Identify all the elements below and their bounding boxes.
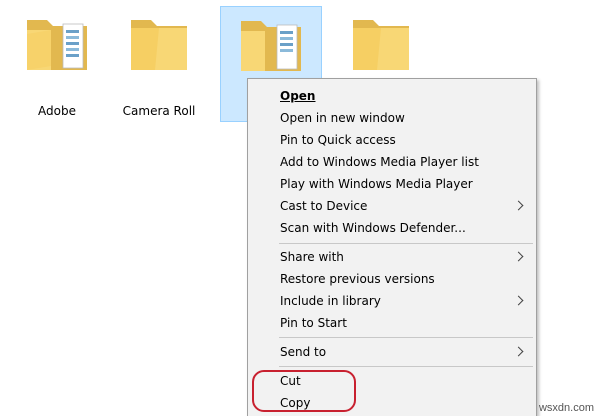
menu-item-label: Cast to Device <box>280 199 368 213</box>
folder-with-documents-icon <box>241 21 301 71</box>
menu-item-label: Scan with Windows Defender... <box>280 221 466 235</box>
menu-item-label: Restore previous versions <box>280 272 435 286</box>
menu-item-scan-defender[interactable]: Scan with Windows Defender... <box>248 217 536 239</box>
menu-item-label: Open <box>280 89 316 103</box>
menu-item-label: Share with <box>280 250 344 264</box>
menu-item-add-to-wmp-list[interactable]: Add to Windows Media Player list <box>248 151 536 173</box>
folder-adobe[interactable]: Adobe <box>6 6 108 122</box>
menu-item-label: Pin to Start <box>280 316 347 330</box>
menu-item-include-in-library[interactable]: Include in library <box>248 290 536 312</box>
chevron-right-icon <box>513 200 524 211</box>
menu-item-pin-quick-access[interactable]: Pin to Quick access <box>248 129 536 151</box>
menu-item-label: Include in library <box>280 294 381 308</box>
menu-item-cast-to-device[interactable]: Cast to Device <box>248 195 536 217</box>
chevron-right-icon <box>513 251 524 262</box>
menu-item-play-with-wmp[interactable]: Play with Windows Media Player <box>248 173 536 195</box>
context-menu: Open Open in new window Pin to Quick acc… <box>247 78 537 416</box>
folder-name: Camera Roll <box>122 104 196 118</box>
folder-icon <box>131 20 187 70</box>
menu-item-pin-to-start[interactable]: Pin to Start <box>248 312 536 334</box>
folder-icon <box>353 20 409 70</box>
menu-item-open-new-window[interactable]: Open in new window <box>248 107 536 129</box>
menu-separator <box>279 243 533 244</box>
watermark: wsxdn.com <box>538 402 594 414</box>
menu-item-restore-versions[interactable]: Restore previous versions <box>248 268 536 290</box>
chevron-right-icon <box>513 295 524 306</box>
folder-camera-roll[interactable]: Camera Roll <box>108 6 210 122</box>
folder-name: Adobe <box>38 104 76 118</box>
menu-item-label: Open in new window <box>280 111 405 125</box>
chevron-right-icon <box>513 346 524 357</box>
menu-item-open[interactable]: Open <box>248 85 536 107</box>
folder-with-documents-icon <box>27 20 87 70</box>
menu-item-share-with[interactable]: Share with <box>248 246 536 268</box>
menu-item-label: Pin to Quick access <box>280 133 396 147</box>
highlight-annotation <box>252 370 356 412</box>
menu-separator <box>279 337 533 338</box>
menu-item-label: Add to Windows Media Player list <box>280 155 479 169</box>
menu-separator <box>279 366 533 367</box>
menu-item-label: Play with Windows Media Player <box>280 177 473 191</box>
menu-item-send-to[interactable]: Send to <box>248 341 536 363</box>
menu-item-label: Send to <box>280 345 327 359</box>
